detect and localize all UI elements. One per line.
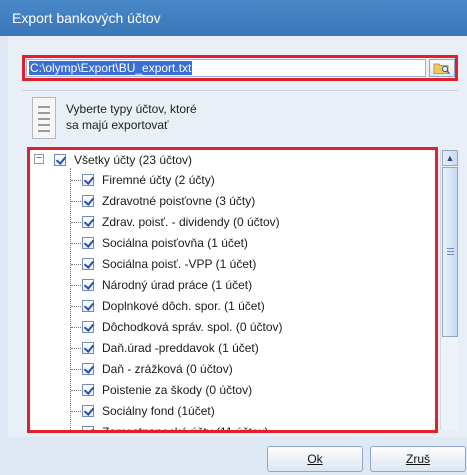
tree-item-label: Sociálny fond (1účet) [102, 404, 215, 418]
checkbox-icon[interactable] [82, 300, 94, 312]
tree-item-label: Národný úrad práce (1 účet) [102, 278, 253, 292]
checkbox-icon[interactable] [82, 279, 94, 291]
tree-connector-line [71, 306, 81, 307]
tree-item-label: Daň - zrážková (0 účtov) [102, 362, 233, 376]
checkbox-icon[interactable] [82, 258, 94, 270]
tree-item[interactable]: Národný úrad práce (1 účet) [82, 275, 252, 295]
checkbox-icon[interactable] [54, 154, 66, 166]
folder-search-icon [433, 63, 450, 74]
info-line-2: sa majú exportovať [66, 118, 169, 132]
scroll-thumb[interactable] [442, 167, 458, 337]
tree-item[interactable]: Zdravotné poisťovne (3 účty) [82, 191, 255, 211]
tree-item-label: Firemné účty (2 účty) [102, 173, 215, 187]
checkbox-icon[interactable] [82, 405, 94, 417]
tree-item-label: Zamestnanecké účty (11 účtov) [102, 425, 269, 430]
tree-item[interactable]: Doplnkové dôch. spor. (1 účet) [82, 296, 265, 316]
tree-item[interactable]: Sociálny fond (1účet) [82, 401, 215, 421]
tree-connector-line [71, 411, 81, 412]
cancel-button-label: Zruš [406, 452, 430, 466]
checkbox-icon[interactable] [82, 174, 94, 186]
browse-button[interactable] [429, 59, 455, 77]
tree-item-label: Zdrav. poisť. - dividendy (0 účtov) [102, 215, 280, 229]
tree-item[interactable]: Sociálna poisťovňa (1 účet) [82, 233, 248, 253]
tree-connector-line [71, 285, 81, 286]
document-list-icon [32, 97, 56, 139]
tree-connector-line [71, 390, 81, 391]
tree-item-label: Sociálna poisťovňa (1 účet) [102, 236, 248, 250]
tree-item[interactable]: Poistenie za škody (0 účtov) [82, 380, 252, 400]
collapse-toggle-icon[interactable]: − [34, 154, 44, 164]
export-path-input[interactable]: C:\olymp\Export\BU_export.txt [26, 59, 426, 77]
scroll-up-icon[interactable]: ▲ [442, 150, 458, 166]
info-line-1: Vyberte typy účtov, ktoré [66, 102, 197, 116]
ok-button-label: Ok [307, 452, 323, 466]
tree-item[interactable]: Zamestnanecké účty (11 účtov) [82, 422, 269, 430]
tree-root-label: Všetky účty (23 účtov) [74, 153, 193, 167]
export-dialog: Export bankových účtov C:\olymp\Export\B… [0, 0, 467, 475]
tree-item[interactable]: Dôchodková správ. spol. (0 účtov) [82, 317, 283, 337]
separator [22, 90, 458, 91]
tree-connector-line [71, 348, 81, 349]
tree-item-label: Sociálna poisť. -VPP (1 účet) [102, 257, 257, 271]
checkbox-icon[interactable] [82, 363, 94, 375]
info-text: Vyberte typy účtov, ktoré sa majú export… [66, 101, 197, 133]
tree-connector-line [71, 201, 81, 202]
tree-item[interactable]: Firemné účty (2 účty) [82, 170, 215, 190]
checkbox-icon[interactable] [82, 342, 94, 354]
tree-connector-line [71, 369, 81, 370]
tree-item-label: Poistenie za škody (0 účtov) [102, 383, 253, 397]
window-title: Export bankových účtov [12, 10, 161, 26]
tree-item-label: Doplnkové dôch. spor. (1 účet) [102, 299, 265, 313]
tree-connector-line [71, 222, 81, 223]
tree-item-label: Daň.úrad -preddavok (1 účet) [102, 341, 259, 355]
tree-item[interactable]: Sociálna poisť. -VPP (1 účet) [82, 254, 256, 274]
checkbox-icon[interactable] [82, 384, 94, 396]
ok-button[interactable]: Ok [267, 446, 363, 472]
tree-item[interactable]: Daň.úrad -preddavok (1 účet) [82, 338, 259, 358]
checkbox-icon[interactable] [82, 426, 94, 430]
cancel-button[interactable]: Zruš [370, 446, 466, 472]
checkbox-icon[interactable] [82, 195, 94, 207]
tree-item[interactable]: Daň - zrážková (0 účtov) [82, 359, 233, 379]
tree-scrollbar[interactable]: ▲ [440, 150, 458, 430]
tree-connector-line [71, 243, 81, 244]
tree-item[interactable]: Zdrav. poisť. - dividendy (0 účtov) [82, 212, 280, 232]
tree-connector-line [71, 327, 81, 328]
checkbox-icon[interactable] [82, 321, 94, 333]
account-type-tree[interactable]: − Všetky účty (23 účtov) Firemné účty (2… [30, 150, 435, 430]
export-path-value: C:\olymp\Export\BU_export.txt [29, 61, 193, 75]
checkbox-icon[interactable] [82, 237, 94, 249]
tree-connector-line [71, 264, 81, 265]
title-bar: Export bankových účtov [0, 0, 467, 36]
tree-root[interactable]: Všetky účty (23 účtov) [54, 150, 192, 170]
tree-connector-line [71, 180, 81, 181]
tree-item-label: Zdravotné poisťovne (3 účty) [102, 194, 256, 208]
tree-item-label: Dôchodková správ. spol. (0 účtov) [102, 320, 283, 334]
checkbox-icon[interactable] [82, 216, 94, 228]
